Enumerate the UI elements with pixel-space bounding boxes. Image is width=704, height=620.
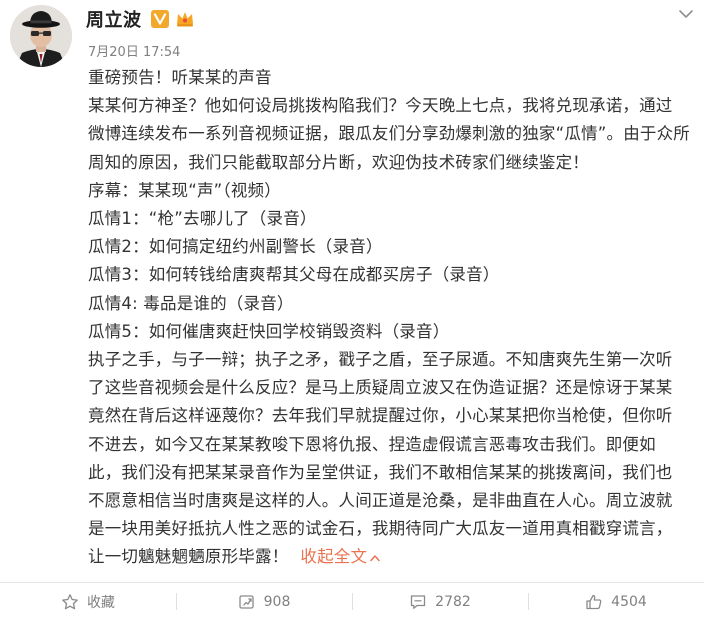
repost-count: 908 <box>263 593 291 610</box>
chevron-down-icon[interactable] <box>678 8 694 20</box>
intro-line: 某某何方神圣？他如何设局挑拨构陷我们？今天晚上七点，我将兑现承诺，通过 <box>88 96 673 116</box>
thumbs-up-icon <box>585 593 603 611</box>
favorite-button[interactable]: 收藏 <box>0 583 176 620</box>
avatar[interactable] <box>10 5 72 67</box>
closing-line-text: 让一切魑魅魍魉原形毕露！ <box>88 547 289 567</box>
closing-line: 竟然在背后这样诬蔑你？去年我们早就提醒过你，小心某某把你当枪使，但你听 <box>88 406 673 426</box>
author-name[interactable]: 周立波 <box>86 6 142 32</box>
closing-line: 是一块用美好抵抗人性之恶的试金石，我期待同广大瓜友一道用真相戳穿谎言， <box>88 519 673 539</box>
star-icon <box>61 593 79 611</box>
closing-line: 不进去，如今又在某某教唆下恩将仇报、捏造虚假谎言恶毒攻击我们。即便如 <box>88 434 656 454</box>
closing-last-line: 让一切魑魅魍魉原形毕露！ 收起全文 <box>88 543 692 571</box>
post-content: 重磅预告！听某某的声音 某某何方神圣？他如何设局挑拨构陷我们？今天晚上七点，我将… <box>88 64 692 572</box>
verified-v-badge-icon <box>150 10 169 28</box>
intro-line: 周知的原因，我们只能截取部分片断，欢迎伪技术砖家们继续鉴定！ <box>88 152 589 172</box>
crown-member-icon[interactable] <box>175 9 195 29</box>
author-row: 周立波 <box>86 6 195 32</box>
episode-item-3: 瓜情3：如何转钱给唐爽帮其父母在成都买房子（录音） <box>88 265 500 285</box>
post-headline: 重磅预告！听某某的声音 <box>88 68 272 87</box>
closing-line: 此，我们没有把某某录音作为呈堂供证，我们不敢相信某某的挑拨离间，我们也 <box>88 462 673 482</box>
like-button[interactable]: 4504 <box>528 583 704 620</box>
weibo-post: 周立波 7月20日 17:54 重磅预告！听某某的声音 某某何方神圣？他如何设局… <box>0 0 704 620</box>
closing-line: 执子之手，与子一辩；执子之矛，戳子之盾，至子尿遁。不知唐爽先生第一次听 <box>88 350 673 370</box>
episode-item-5: 瓜情5：如何催唐爽赶快回学校销毁资料（录音） <box>88 321 450 341</box>
episode-item-4: 瓜情4: 毒品是谁的（录音） <box>88 293 294 313</box>
repost-icon <box>238 593 256 611</box>
closing-line: 不愿意相信当时唐爽是这样的人。人间正道是沧桑，是非曲直在人心。周立波就 <box>88 491 673 511</box>
closing-line: 了这些音视频会是什么反应？是马上质疑周立波又在伪造证据？还是惊讶于某某 <box>88 378 673 398</box>
like-count: 4504 <box>611 593 647 610</box>
post-timestamp[interactable]: 7月20日 17:54 <box>88 41 180 60</box>
repost-button[interactable]: 908 <box>176 583 352 620</box>
episode-item-2: 瓜情2：如何搞定纽约州副警长（录音） <box>88 237 383 257</box>
comment-count: 2782 <box>435 593 471 610</box>
comment-button[interactable]: 2782 <box>352 583 528 620</box>
collapse-label: 收起全文 <box>300 547 368 567</box>
comment-icon <box>409 593 427 611</box>
favorite-label: 收藏 <box>87 594 115 611</box>
intro-line: 微博连续发布一系列音视频证据，跟瓜友们分享劲爆刺激的独家“瓜情”。由于众所 <box>88 124 690 144</box>
action-bar: 收藏 908 2782 4504 <box>0 583 704 620</box>
episode-item-prologue: 序幕：某某现“声”（视频） <box>88 180 281 200</box>
episode-item-1: 瓜情1：“枪”去哪儿了（录音） <box>88 209 317 229</box>
collapse-full-text-link[interactable]: 收起全文 <box>300 547 380 566</box>
avatar-portrait-icon <box>10 5 72 67</box>
chevron-up-icon <box>370 555 380 562</box>
